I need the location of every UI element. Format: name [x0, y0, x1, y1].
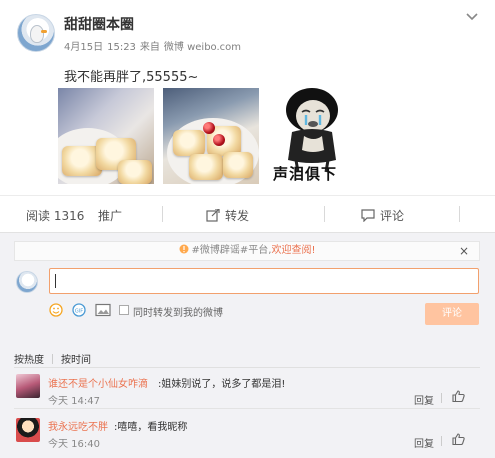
emoji-icon[interactable]	[49, 303, 63, 317]
comment-author[interactable]: 我永远吃不胖	[48, 418, 108, 433]
bird-icon	[30, 25, 44, 43]
repost-checkbox-label[interactable]: 同时转发到我的微博	[133, 304, 223, 319]
post-action-bar: 阅读 1316 推广 转发 评论	[0, 195, 495, 233]
close-icon[interactable]: ×	[459, 242, 469, 260]
source-prefix: 来自	[139, 42, 160, 53]
gif-icon[interactable]: GIF	[72, 303, 86, 317]
comment-time: 今天 14:47	[48, 396, 100, 407]
comment-text: :嘻嘻，看我昵称	[114, 422, 188, 433]
image-icon[interactable]	[95, 303, 111, 317]
post-date: 4月15日	[64, 42, 104, 53]
repost-checkbox[interactable]	[119, 305, 129, 315]
sort-tabs: 按热度 按时间	[14, 351, 91, 366]
chevron-down-icon[interactable]	[465, 10, 479, 24]
reply-button[interactable]: 回复	[414, 392, 434, 407]
author-avatar[interactable]	[17, 14, 55, 52]
meme-caption: 声泪俱下	[273, 165, 338, 183]
post-header: 甜甜圈本圈 4月15日 15:23 来自 微博 weibo.com	[0, 0, 495, 60]
repost-icon	[206, 208, 220, 222]
post-meta: 4月15日 15:23 来自 微博 weibo.com	[64, 38, 245, 53]
submit-comment-button[interactable]: 评论	[425, 303, 479, 325]
author-name[interactable]: 甜甜圈本圈	[64, 14, 134, 34]
commenter-avatar[interactable]	[16, 374, 40, 398]
post-image-1[interactable]	[58, 88, 154, 184]
comment-time: 今天 16:40	[48, 439, 100, 450]
post-source[interactable]: 微博 weibo.com	[164, 42, 241, 53]
info-icon	[179, 244, 189, 254]
rumor-notice: #微博辟谣#平台,欢迎查阅! ×	[14, 241, 480, 261]
post-image-2[interactable]	[163, 88, 259, 184]
read-count: 阅读 1316	[26, 209, 85, 223]
post-time: 15:23	[107, 42, 136, 53]
sort-by-time-tab[interactable]: 按时间	[61, 355, 91, 366]
like-icon[interactable]	[452, 433, 465, 445]
like-icon[interactable]	[452, 390, 465, 402]
comment-input[interactable]	[49, 268, 479, 294]
comment-icon	[361, 209, 375, 223]
notice-link[interactable]: 欢迎查阅!	[271, 245, 315, 256]
svg-text:GIF: GIF	[75, 308, 83, 314]
promote-button[interactable]: 推广	[98, 207, 122, 224]
comment-author[interactable]: 谁还不是个小仙女咋滴	[48, 375, 148, 390]
sort-by-hot-tab[interactable]: 按热度	[14, 355, 44, 366]
repost-button[interactable]: 转发	[206, 207, 249, 224]
commenter-avatar[interactable]	[16, 418, 40, 442]
reply-button[interactable]: 回复	[414, 435, 434, 450]
comment-text: :姐妹别说了，说多了都是泪!	[158, 379, 286, 390]
comment-button[interactable]: 评论	[361, 207, 404, 224]
my-avatar	[16, 271, 38, 293]
post-text: 我不能再胖了,55555~	[64, 70, 199, 85]
